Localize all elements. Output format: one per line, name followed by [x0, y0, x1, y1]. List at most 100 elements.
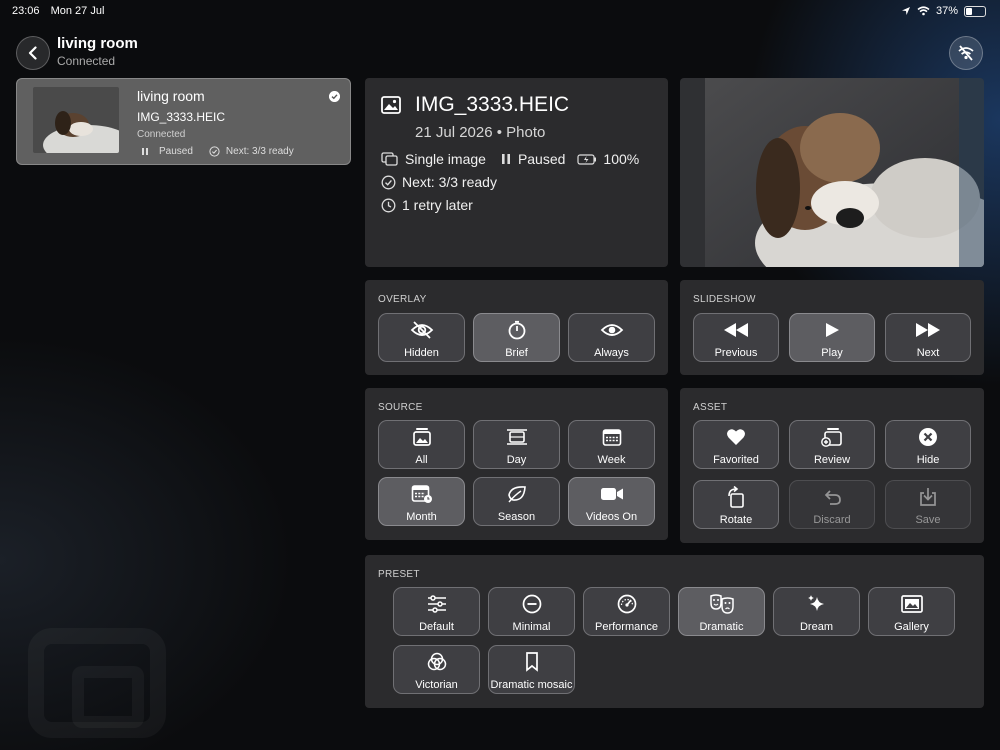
device-card-living-room[interactable]: living room IMG_3333.HEIC Connected Paus…: [16, 78, 351, 165]
source-day-button[interactable]: Day: [473, 420, 560, 469]
retry-label: 1 retry later: [402, 197, 473, 213]
rotate-icon: [728, 486, 744, 508]
download-icon: [920, 488, 936, 506]
asset-review-button[interactable]: Review: [789, 420, 875, 469]
slideshow-panel: SLIDESHOW Previous Play Next: [680, 280, 984, 375]
asset-discard-button[interactable]: Discard: [789, 480, 875, 529]
asset-favorite-label: Favorited: [713, 454, 759, 466]
overlay-section-label: OVERLAY: [378, 294, 427, 305]
slideshow-next-button[interactable]: Next: [885, 313, 971, 362]
calendar-week-icon: [602, 429, 621, 446]
source-all-label: All: [415, 454, 428, 466]
device-connection-status: Connected: [137, 129, 186, 140]
page-subtitle: Connected: [57, 54, 116, 68]
app-logo-watermark: [28, 628, 166, 738]
wifi-slash-icon: [958, 45, 974, 61]
source-videos-label: Videos On: [585, 511, 638, 523]
source-season-button[interactable]: Season: [473, 477, 560, 526]
battery-percent: 37%: [935, 5, 958, 17]
source-month-label: Month: [406, 511, 437, 523]
status-date: Mon 27 Jul: [50, 5, 105, 17]
timer-icon: [508, 320, 525, 340]
source-week-label: Week: [597, 454, 626, 466]
asset-section-label: ASSET: [693, 402, 728, 413]
asset-review-label: Review: [813, 454, 851, 466]
preset-gallery-label: Gallery: [894, 621, 929, 633]
source-month-button[interactable]: Month: [378, 477, 465, 526]
asset-save-button[interactable]: Save: [885, 480, 971, 529]
slideshow-play-label: Play: [821, 347, 843, 359]
preset-dramatic-label: Dramatic: [699, 621, 744, 633]
device-name: living room: [137, 88, 205, 104]
status-bar: 23:06 Mon 27 Jul 37%: [0, 0, 1000, 24]
preset-gallery-button[interactable]: Gallery: [868, 587, 955, 636]
source-day-label: Day: [506, 454, 527, 466]
source-all-button[interactable]: All: [378, 420, 465, 469]
source-section-label: SOURCE: [378, 402, 423, 413]
preset-default-label: Default: [419, 621, 454, 633]
overlay-hidden-button[interactable]: Hidden: [378, 313, 465, 362]
preset-minimal-label: Minimal: [512, 621, 551, 633]
x-circle-icon: [919, 428, 937, 446]
forward-icon: [916, 323, 940, 337]
wifi-icon: [917, 6, 930, 16]
source-season-label: Season: [497, 511, 536, 523]
bookmark-icon: [525, 652, 538, 672]
overlay-brief-button[interactable]: Brief: [473, 313, 560, 362]
minus-circle-icon: [522, 594, 541, 614]
device-playback-state: Paused: [159, 146, 193, 157]
preset-victorian-button[interactable]: Victorian: [393, 645, 480, 694]
location-icon: [901, 7, 910, 15]
sliders-icon: [427, 595, 446, 613]
photo-icon: [381, 96, 401, 114]
slideshow-previous-button[interactable]: Previous: [693, 313, 779, 362]
preset-minimal-button[interactable]: Minimal: [488, 587, 575, 636]
preset-section-label: PRESET: [378, 569, 420, 580]
battery-charging-icon: [577, 153, 597, 165]
preset-dream-button[interactable]: Dream: [773, 587, 860, 636]
overlay-always-button[interactable]: Always: [568, 313, 655, 362]
asset-filename: IMG_3333.HEIC: [415, 93, 570, 116]
asset-hide-button[interactable]: Hide: [885, 420, 971, 469]
preset-dramatic-mosaic-label: Dramatic mosaic: [490, 679, 573, 691]
overlay-always-label: Always: [594, 347, 629, 359]
playback-label: Paused: [517, 151, 566, 167]
check-circle-icon: [381, 175, 396, 189]
preset-performance-label: Performance: [595, 621, 658, 633]
review-icon: [821, 428, 842, 447]
wifi-toggle-button[interactable]: [949, 36, 983, 70]
preset-performance-button[interactable]: Performance: [583, 587, 670, 636]
asset-panel: ASSET Favorited Review Hide Rotate Disca…: [680, 388, 984, 543]
overlay-hidden-label: Hidden: [404, 347, 439, 359]
slideshow-previous-label: Previous: [714, 347, 758, 359]
preset-default-button[interactable]: Default: [393, 587, 480, 636]
next-ready-label: Next: 3/3 ready: [402, 174, 497, 190]
asset-rotate-label: Rotate: [719, 514, 753, 526]
backward-icon: [724, 323, 748, 337]
preset-dramatic-mosaic-button[interactable]: Dramatic mosaic: [488, 645, 575, 694]
slideshow-section-label: SLIDESHOW: [693, 294, 756, 305]
source-week-button[interactable]: Week: [568, 420, 655, 469]
device-thumbnail: [33, 87, 119, 153]
back-button[interactable]: [16, 36, 50, 70]
preset-victorian-label: Victorian: [415, 679, 458, 691]
slideshow-next-label: Next: [916, 347, 940, 359]
asset-discard-label: Discard: [813, 514, 851, 526]
eye-icon: [600, 324, 623, 336]
slideshow-play-button[interactable]: Play: [789, 313, 875, 362]
asset-rotate-button[interactable]: Rotate: [693, 480, 779, 529]
leaf-icon: [507, 486, 526, 503]
asset-favorite-button[interactable]: Favorited: [693, 420, 779, 469]
preset-dramatic-button[interactable]: Dramatic: [678, 587, 765, 636]
source-panel: SOURCE All Day Week Month Season Videos …: [365, 388, 668, 540]
device-file: IMG_3333.HEIC: [137, 110, 226, 124]
source-videos-button[interactable]: Videos On: [568, 477, 655, 526]
play-icon: [826, 323, 839, 337]
check-circle-icon: [209, 146, 220, 157]
clock-icon: [381, 198, 396, 212]
preset-dream-label: Dream: [799, 621, 833, 633]
pause-icon: [501, 154, 510, 164]
asset-save-label: Save: [915, 514, 941, 526]
asset-hide-label: Hide: [916, 454, 940, 466]
calendar-month-icon: [411, 485, 432, 503]
